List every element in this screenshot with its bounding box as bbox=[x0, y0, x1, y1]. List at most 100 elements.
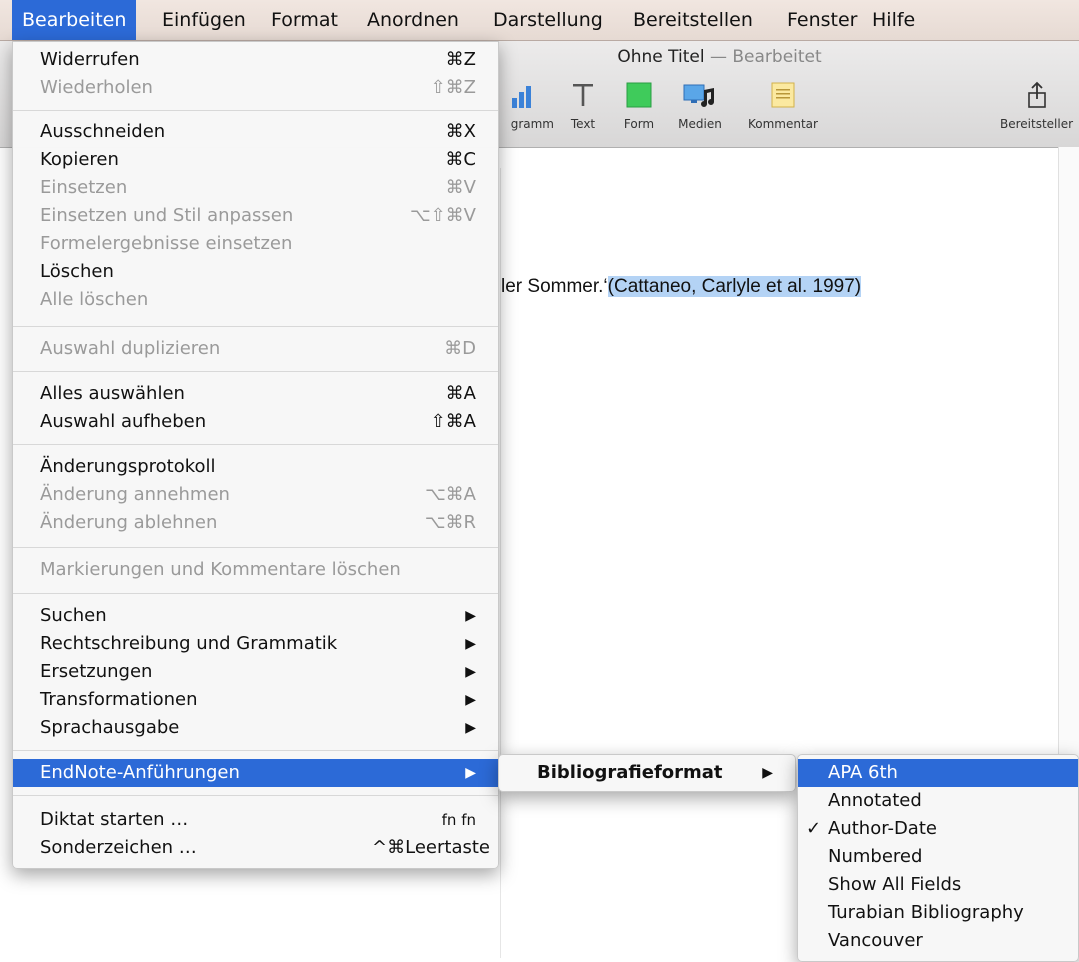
menu-item-delete[interactable]: Löschen bbox=[13, 258, 498, 286]
toolbar-media-label: Medien bbox=[678, 117, 722, 131]
menu-separator bbox=[13, 750, 498, 751]
menu-item-duplicate-selection[interactable]: Auswahl duplizieren ⌘D bbox=[13, 335, 498, 363]
menu-item-shortcut: ⌥⌘R bbox=[424, 512, 476, 533]
toolbar-text-button[interactable]: Text bbox=[555, 77, 611, 131]
menu-item-paste[interactable]: Einsetzen ⌘V bbox=[13, 174, 498, 202]
menu-item-label: Suchen bbox=[40, 605, 107, 626]
menu-item-label: Rechtschreibung und Grammatik bbox=[40, 633, 338, 654]
menu-item-label: Formelergebnisse einsetzen bbox=[40, 233, 293, 254]
menu-item-style-vancouver[interactable]: Vancouver bbox=[798, 927, 1078, 955]
menu-item-spelling-grammar[interactable]: Rechtschreibung und Grammatik ▶ bbox=[13, 630, 498, 658]
menu-item-label: Vancouver bbox=[828, 930, 923, 951]
menu-item-select-all[interactable]: Alles auswählen ⌘A bbox=[13, 380, 498, 408]
toolbar-form-label: Form bbox=[623, 117, 655, 131]
menu-item-cut[interactable]: Ausschneiden ⌘X bbox=[13, 118, 498, 146]
toolbar-comment-label: Kommentar bbox=[748, 117, 818, 131]
document-text-line[interactable]: ler Sommer.‘(Cattaneo, Carlyle et al. 19… bbox=[501, 276, 862, 298]
bibliography-format-submenu: APA 6th Annotated ✓ Author-Date Numbered … bbox=[797, 754, 1079, 962]
menu-separator bbox=[13, 593, 498, 594]
menu-item-shortcut: ⌥⌘A bbox=[424, 484, 476, 505]
menu-item-remove-highlights-comments[interactable]: Markierungen und Kommentare löschen bbox=[13, 556, 498, 584]
menu-item-label: Numbered bbox=[828, 846, 923, 867]
menu-item-style-author-date[interactable]: ✓ Author-Date bbox=[798, 815, 1078, 843]
menu-item-endnote-citations[interactable]: EndNote-Anführungen ▶ bbox=[13, 759, 498, 787]
menu-item-paste-match-style[interactable]: Einsetzen und Stil anpassen ⌥⇧⌘V bbox=[13, 202, 498, 230]
comment-icon bbox=[738, 77, 828, 113]
menu-item-label: EndNote-Anführungen bbox=[40, 762, 240, 783]
menubar-item-format[interactable]: Format bbox=[261, 0, 348, 40]
menu-item-speech[interactable]: Sprachausgabe ▶ bbox=[13, 714, 498, 742]
menu-item-undo[interactable]: Widerrufen ⌘Z bbox=[13, 46, 498, 74]
checkmark-icon: ✓ bbox=[806, 818, 822, 839]
menu-item-style-apa-6th[interactable]: APA 6th bbox=[798, 759, 1078, 787]
submenu-arrow-icon: ▶ bbox=[465, 608, 476, 624]
menu-item-special-characters[interactable]: Sonderzeichen … ^⌘Leertaste bbox=[13, 834, 498, 862]
toolbar-media-button[interactable]: Medien bbox=[667, 77, 733, 131]
shape-icon bbox=[611, 77, 667, 113]
menu-item-track-changes[interactable]: Änderungsprotokoll bbox=[13, 453, 498, 481]
menubar-item-anordnen[interactable]: Anordnen bbox=[357, 0, 469, 40]
menu-item-label: Author-Date bbox=[828, 818, 937, 839]
menu-separator bbox=[13, 371, 498, 372]
menu-item-start-dictation[interactable]: Diktat starten … fn fn bbox=[13, 806, 498, 834]
menubar-item-hilfe[interactable]: Hilfe bbox=[862, 0, 925, 40]
menu-item-shortcut: ⌘Z bbox=[445, 49, 476, 70]
menu-item-label: Widerrufen bbox=[40, 49, 140, 70]
edit-menu: Widerrufen ⌘Z Wiederholen ⇧⌘Z Ausschneiden… bbox=[12, 41, 499, 869]
menu-item-style-turabian[interactable]: Turabian Bibliography bbox=[798, 899, 1078, 927]
menu-item-delete-all[interactable]: Alle löschen bbox=[13, 286, 498, 314]
menu-item-reject-change[interactable]: Änderung ablehnen ⌥⌘R bbox=[13, 509, 498, 537]
menu-item-transformations[interactable]: Transformationen ▶ bbox=[13, 686, 498, 714]
menubar-item-bearbeiten[interactable]: Bearbeiten bbox=[12, 0, 137, 40]
submenu-arrow-icon: ▶ bbox=[465, 636, 476, 652]
toolbar-share-label: Bereitsteller bbox=[1000, 117, 1074, 131]
menu-item-shortcut: ⇧⌘A bbox=[430, 411, 476, 432]
menu-item-style-annotated[interactable]: Annotated bbox=[798, 787, 1078, 815]
menu-item-label: Diktat starten … bbox=[40, 809, 189, 830]
menu-item-shortcut: ⌘V bbox=[445, 177, 476, 198]
menu-item-label: Einsetzen und Stil anpassen bbox=[40, 205, 294, 226]
submenu-arrow-icon: ▶ bbox=[465, 720, 476, 736]
menu-separator bbox=[13, 795, 498, 796]
media-icon bbox=[667, 77, 733, 113]
menubar-item-einfuegen[interactable]: Einfügen bbox=[152, 0, 256, 40]
menu-bar: Bearbeiten Einfügen Format Anordnen Dars… bbox=[0, 0, 1079, 41]
menubar-item-bereitstellen[interactable]: Bereitstellen bbox=[623, 0, 763, 40]
toolbar-share-button[interactable]: Bereitsteller bbox=[994, 77, 1079, 131]
menu-item-label: Änderung ablehnen bbox=[40, 512, 218, 533]
document-text: ler Sommer.‘ bbox=[501, 276, 608, 297]
menu-separator bbox=[13, 110, 498, 111]
menu-item-shortcut: fn fn bbox=[441, 811, 476, 829]
menu-item-label: Sonderzeichen … bbox=[40, 837, 197, 858]
menu-separator bbox=[13, 326, 498, 327]
menu-item-redo[interactable]: Wiederholen ⇧⌘Z bbox=[13, 74, 498, 102]
menu-item-deselect[interactable]: Auswahl aufheben ⇧⌘A bbox=[13, 408, 498, 436]
menu-item-label: Löschen bbox=[40, 261, 114, 282]
menu-item-bibliography-format[interactable]: Bibliografieformat ▶ bbox=[499, 759, 795, 787]
menubar-item-darstellung[interactable]: Darstellung bbox=[483, 0, 613, 40]
toolbar-form-button[interactable]: Form bbox=[611, 77, 667, 131]
toolbar-text-label: Text bbox=[570, 117, 596, 131]
menu-item-label: Änderungsprotokoll bbox=[40, 456, 216, 477]
menu-item-label: Annotated bbox=[828, 790, 922, 811]
menu-item-substitutions[interactable]: Ersetzungen ▶ bbox=[13, 658, 498, 686]
window-title-separator: — bbox=[704, 47, 733, 67]
menu-item-paste-formula-results[interactable]: Formelergebnisse einsetzen bbox=[13, 230, 498, 258]
selected-citation[interactable]: (Cattaneo, Carlyle et al. 1997) bbox=[607, 276, 862, 297]
menu-item-label: Alles auswählen bbox=[40, 383, 185, 404]
toolbar-comment-button[interactable]: Kommentar bbox=[738, 77, 828, 131]
window-title-status: Bearbeitet bbox=[732, 47, 822, 67]
menu-item-style-numbered[interactable]: Numbered bbox=[798, 843, 1078, 871]
menu-item-copy[interactable]: Kopieren ⌘C bbox=[13, 146, 498, 174]
window-title-name: Ohne Titel bbox=[617, 47, 705, 67]
menu-item-label: Sprachausgabe bbox=[40, 717, 180, 738]
menu-item-style-show-all-fields[interactable]: Show All Fields bbox=[798, 871, 1078, 899]
menu-item-label: Einsetzen bbox=[40, 177, 128, 198]
menu-item-find[interactable]: Suchen ▶ bbox=[13, 602, 498, 630]
menu-item-accept-change[interactable]: Änderung annehmen ⌥⌘A bbox=[13, 481, 498, 509]
menu-item-label: Auswahl aufheben bbox=[40, 411, 207, 432]
menubar-item-fenster[interactable]: Fenster bbox=[777, 0, 867, 40]
menu-item-label: Markierungen und Kommentare löschen bbox=[40, 559, 401, 580]
menu-separator bbox=[13, 444, 498, 445]
menu-item-label: Alle löschen bbox=[40, 289, 149, 310]
